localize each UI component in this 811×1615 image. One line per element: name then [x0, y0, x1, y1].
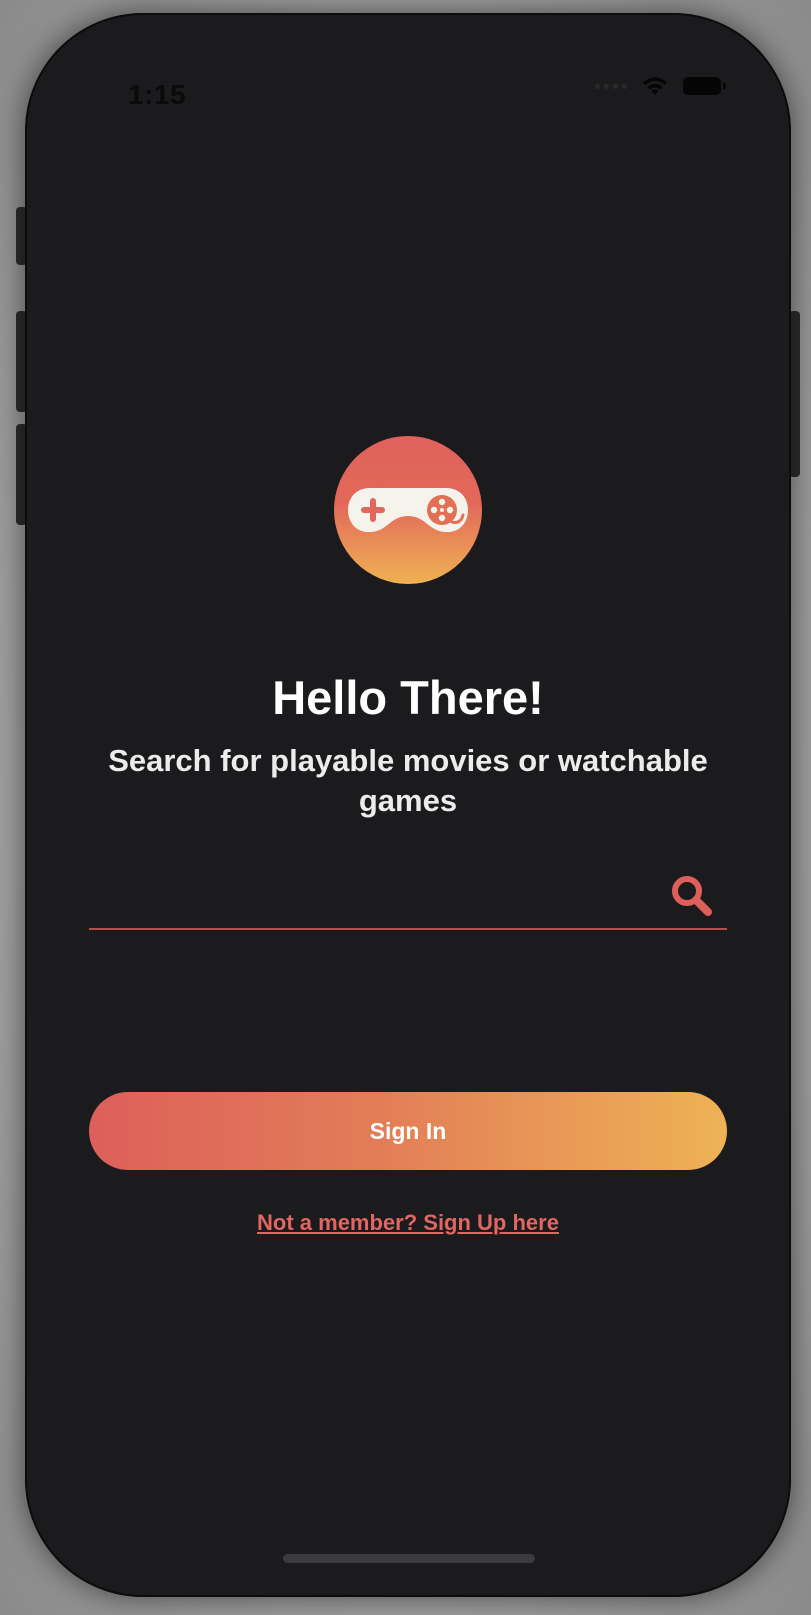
- battery-icon: [683, 77, 726, 95]
- status-icons: [595, 75, 726, 97]
- search-field: [89, 863, 727, 930]
- sign-in-button[interactable]: Sign In: [89, 1092, 727, 1170]
- app-screen: 1:15 Hello There! Search for playable mo…: [25, 13, 791, 1597]
- wifi-icon: [643, 77, 667, 95]
- welcome-title: Hello There!: [272, 671, 544, 724]
- search-input[interactable]: [89, 863, 653, 925]
- gamepad-film-reel-icon: [334, 436, 482, 584]
- search-icon[interactable]: [669, 873, 713, 917]
- status-time: 1:15: [128, 79, 187, 110]
- device-frame: 1:15 Hello There! Search for playable mo…: [0, 0, 811, 1615]
- cellular-signal-icon: [595, 83, 627, 89]
- sign-up-link[interactable]: Not a member? Sign Up here: [25, 1210, 791, 1236]
- home-indicator: [283, 1554, 535, 1563]
- welcome-subtitle: Search for playable movies or watchable …: [108, 743, 708, 818]
